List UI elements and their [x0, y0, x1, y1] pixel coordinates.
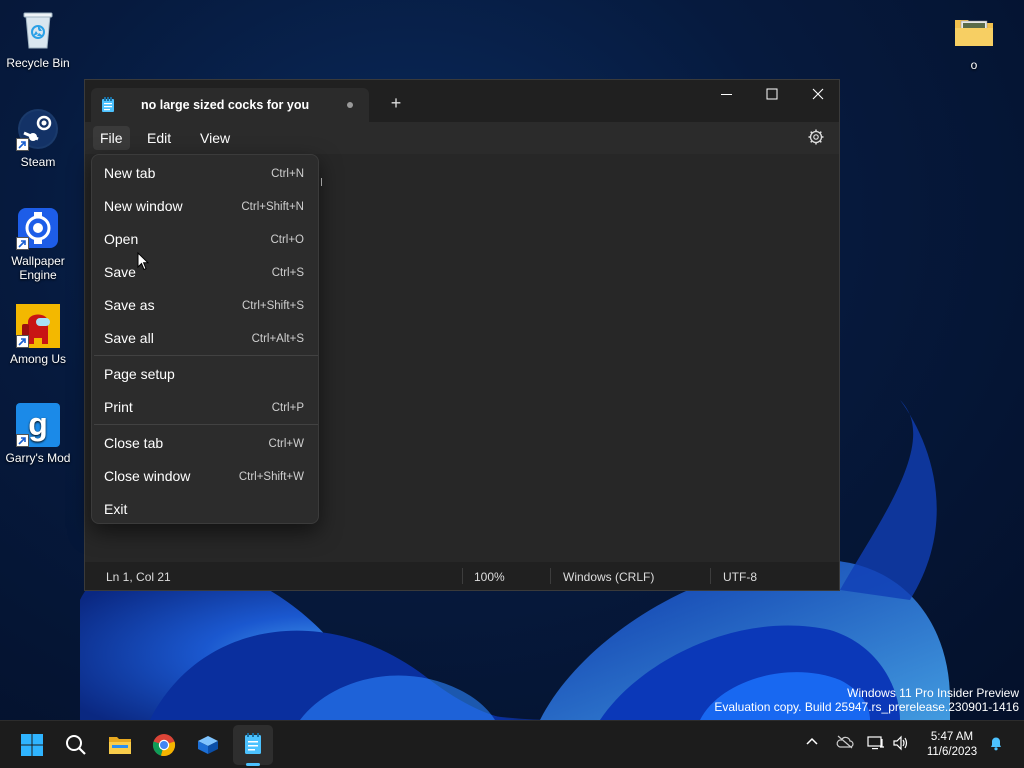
evaluation-watermark: Windows 11 Pro Insider Preview Evaluatio… [714, 686, 1019, 714]
status-separator [710, 568, 711, 584]
status-bar: Ln 1, Col 21 100% Windows (CRLF) UTF-8 [85, 562, 839, 590]
menu-edit[interactable]: Edit [140, 126, 178, 150]
search-icon [66, 735, 86, 755]
shortcut-arrow-icon [16, 237, 29, 250]
notifications-button[interactable] [989, 735, 1003, 756]
desktop-icon-label: Recycle Bin [6, 56, 70, 70]
desktop-icon-label: Wallpaper Engine [11, 254, 65, 282]
desktop-icon-recycle-bin[interactable]: Recycle Bin [0, 8, 76, 70]
file-menu-dropdown: New tab Ctrl+N New window Ctrl+Shift+N O… [91, 154, 319, 524]
cloud-off-icon [836, 735, 854, 749]
maximize-button[interactable] [749, 80, 795, 110]
taskbar-virtualbox[interactable] [188, 725, 228, 765]
menu-item-page-setup[interactable]: Page setup [92, 359, 318, 389]
menu-file[interactable]: File [93, 126, 130, 150]
clock-time: 5:47 AM [930, 731, 974, 743]
watermark-line2: Evaluation copy. Build 25947.rs_prerelea… [714, 700, 1019, 714]
desktop-icon-wallpaper-engine[interactable]: Wallpaper Engine [0, 206, 76, 282]
menu-separator [94, 355, 318, 356]
chrome-icon [152, 734, 176, 757]
status-separator [550, 568, 551, 584]
taskbar-chrome[interactable] [144, 725, 184, 765]
desktop-icon-label: Garry's Mod [5, 451, 71, 465]
taskbar: 5:47 AM 11/6/2023 [0, 720, 1024, 768]
menu-item-save-all[interactable]: Save all Ctrl+Alt+S [92, 323, 318, 353]
garrys-mod-icon: g [16, 403, 60, 447]
search-button[interactable] [56, 725, 96, 765]
taskbar-file-explorer[interactable] [100, 725, 140, 765]
menu-item-close-tab[interactable]: Close tab Ctrl+W [92, 428, 318, 458]
desktop-icon-garrys-mod[interactable]: g Garry's Mod [0, 403, 76, 465]
menu-item-print[interactable]: Print Ctrl+P [92, 392, 318, 422]
desktop-icon-label: o [970, 58, 978, 72]
show-hidden-icons-button[interactable] [805, 735, 819, 754]
close-button[interactable] [795, 80, 841, 110]
desktop-icon-label: Among Us [9, 352, 67, 366]
desktop-icon-steam[interactable]: Steam [0, 107, 76, 169]
status-encoding[interactable]: UTF-8 [723, 570, 757, 584]
status-zoom[interactable]: 100% [474, 570, 505, 584]
bell-icon [991, 737, 1001, 751]
menu-item-open[interactable]: Open Ctrl+O [92, 224, 318, 254]
shortcut-arrow-icon [16, 434, 29, 447]
notepad-icon [245, 733, 261, 754]
menu-view[interactable]: View [193, 126, 237, 150]
menu-item-exit[interactable]: Exit [92, 494, 318, 524]
menu-item-save[interactable]: Save Ctrl+S [92, 257, 318, 287]
active-app-indicator [246, 763, 260, 766]
start-button[interactable] [12, 725, 52, 765]
status-separator [462, 568, 463, 584]
desktop-icon-among-us[interactable]: Among Us [0, 304, 76, 366]
network-status[interactable] [867, 735, 885, 756]
menu-separator [94, 424, 318, 425]
clock[interactable]: 5:47 AM 11/6/2023 [918, 730, 986, 760]
tab-title: no large sized cocks for you [141, 98, 310, 112]
volume-control[interactable] [892, 735, 910, 756]
svg-text:g: g [28, 406, 48, 442]
mouse-pointer-icon [137, 251, 150, 276]
recycle-bin-icon [16, 8, 60, 52]
taskbar-notepad[interactable] [233, 725, 273, 765]
notepad-icon [101, 97, 115, 118]
desktop-icon-folder-o[interactable]: o [936, 10, 1012, 72]
close-icon [812, 88, 824, 100]
speaker-icon [893, 735, 908, 751]
folder-icon [952, 10, 996, 54]
menu-bar: File Edit View [85, 122, 839, 154]
among-us-icon [16, 304, 60, 348]
minimize-icon [721, 94, 732, 95]
menu-item-close-window[interactable]: Close window Ctrl+Shift+W [92, 461, 318, 491]
cube-icon [198, 736, 218, 754]
tab-document[interactable]: no large sized cocks for you [91, 88, 369, 122]
status-line-ending[interactable]: Windows (CRLF) [563, 570, 654, 584]
wallpaper-engine-icon [16, 206, 60, 250]
folder-icon [109, 737, 131, 754]
menu-item-save-as[interactable]: Save as Ctrl+Shift+S [92, 290, 318, 320]
steam-icon [16, 107, 60, 151]
status-cursor-position[interactable]: Ln 1, Col 21 [106, 570, 171, 584]
menu-item-new-tab[interactable]: New tab Ctrl+N [92, 158, 318, 188]
desktop-icon-label: Steam [20, 155, 56, 169]
gear-icon [808, 129, 824, 145]
watermark-line1: Windows 11 Pro Insider Preview [847, 686, 1019, 700]
windows-logo-icon [21, 734, 43, 756]
new-tab-button[interactable]: + [385, 92, 407, 114]
menu-item-new-window[interactable]: New window Ctrl+Shift+N [92, 191, 318, 221]
shortcut-arrow-icon [16, 335, 29, 348]
text-fragment [321, 178, 322, 186]
minimize-button[interactable] [703, 80, 749, 110]
maximize-icon [766, 88, 778, 100]
shortcut-arrow-icon [16, 138, 29, 151]
settings-button[interactable] [807, 128, 825, 151]
network-icon [867, 736, 884, 750]
clock-date: 11/6/2023 [926, 746, 978, 758]
chevron-up-icon [806, 737, 818, 745]
onedrive-status[interactable] [836, 735, 854, 754]
unsaved-dot-icon[interactable] [347, 102, 353, 108]
title-bar[interactable]: no large sized cocks for you + [85, 80, 839, 122]
